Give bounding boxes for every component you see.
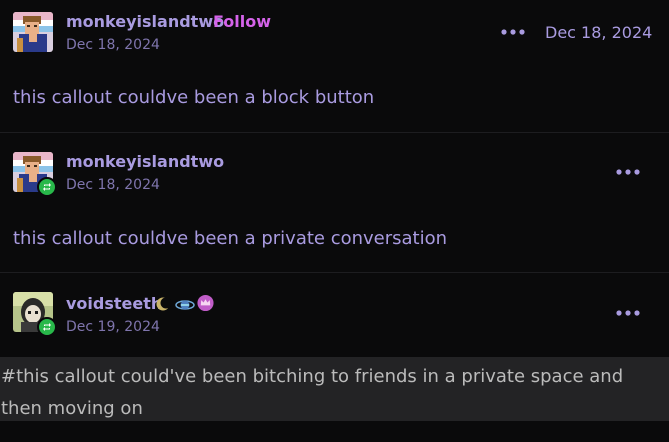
moon-badge-icon[interactable] <box>155 295 171 313</box>
tags-block: #this callout could've been bitching to … <box>0 357 669 421</box>
reblog-icon <box>37 317 57 337</box>
avatar-monkeyislandtwo[interactable] <box>13 12 53 52</box>
more-options-icon[interactable] <box>615 167 641 177</box>
post-body: this callout couldve been a private conv… <box>13 228 448 249</box>
post-body: this callout couldve been a block button <box>13 87 375 108</box>
post-2: monkeyislandtwo Dec 18, 2024 this callou… <box>0 133 669 273</box>
post-timestamp[interactable]: Dec 18, 2024 <box>545 23 652 42</box>
username-link[interactable]: monkeyislandtwo <box>66 12 224 31</box>
post-tags[interactable]: #this callout could've been bitching to … <box>1 361 661 425</box>
post-date: Dec 19, 2024 <box>66 319 160 335</box>
crown-badge-icon[interactable] <box>196 294 215 312</box>
username-link[interactable]: monkeyislandtwo <box>66 152 224 171</box>
username-link[interactable]: voidsteeth <box>66 294 162 313</box>
reblog-icon <box>37 177 57 197</box>
post-3: voidsteeth Dec 19, 2024 #this callout co… <box>0 273 669 442</box>
follow-button[interactable]: Follow <box>213 12 271 31</box>
post-1: monkeyislandtwo Follow Dec 18, 2024 Dec … <box>0 0 669 133</box>
more-options-icon[interactable] <box>500 27 526 37</box>
planet-badge-icon[interactable] <box>175 296 195 314</box>
post-date: Dec 18, 2024 <box>66 37 160 53</box>
more-options-icon[interactable] <box>615 308 641 318</box>
post-date: Dec 18, 2024 <box>66 177 160 193</box>
